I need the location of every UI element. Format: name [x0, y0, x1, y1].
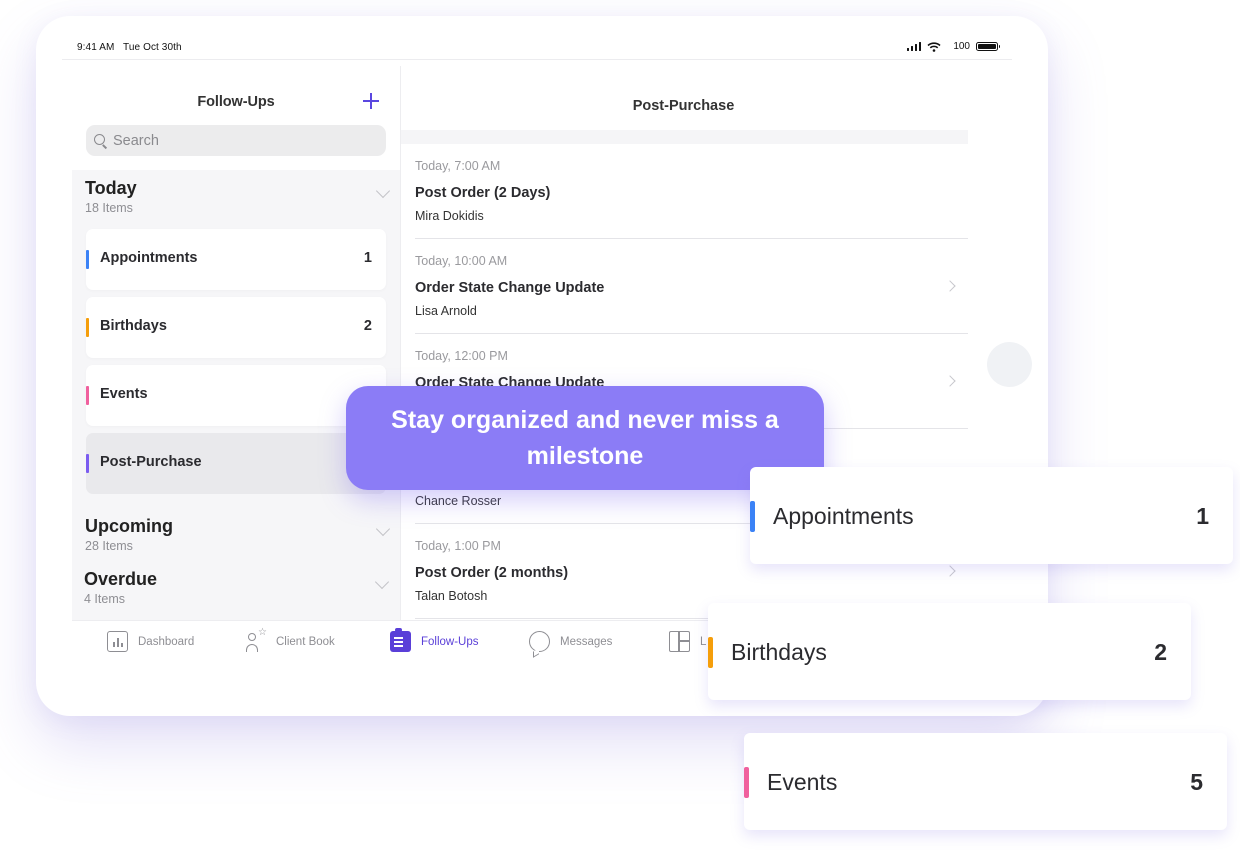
follow-up-title: Post Order (2 Days): [415, 185, 551, 201]
section-count: 28 Items: [85, 539, 133, 553]
color-marker: [86, 318, 89, 337]
floating-card-count: 1: [1196, 503, 1209, 529]
search-input[interactable]: [113, 132, 373, 149]
tab-label: Messages: [560, 635, 613, 648]
floating-card-appointments: Appointments 1: [750, 467, 1233, 564]
wifi-icon: [927, 41, 941, 52]
floating-grey-circle: [987, 342, 1032, 387]
floating-card-count: 5: [1190, 769, 1203, 795]
tab-label: Client Book: [276, 635, 335, 648]
signal-icon: [906, 42, 922, 51]
floating-card-label: Appointments: [773, 503, 914, 529]
color-marker: [744, 767, 749, 798]
category-count: 2: [363, 318, 372, 334]
tab-label: Dashboard: [138, 635, 195, 648]
search-icon: [94, 133, 108, 148]
category-events[interactable]: Events: [86, 365, 386, 426]
clipboard-icon: [390, 628, 411, 652]
tab-label: L: [700, 635, 707, 648]
follow-up-client: Lisa Arnold: [415, 304, 477, 318]
section-count: 4 Items: [84, 592, 125, 606]
floating-card-count: 2: [1154, 639, 1167, 665]
section-title: Upcoming: [85, 516, 173, 536]
follow-up-time: Today, 12:00 PM: [415, 349, 508, 363]
sidebar-title: Follow-Ups: [197, 94, 275, 110]
follow-up-row[interactable]: Today, 10:00 AM Order State Change Updat…: [415, 239, 968, 334]
floating-card-label: Events: [767, 769, 838, 795]
color-marker: [86, 386, 89, 405]
tab-messages[interactable]: Messages: [529, 631, 612, 652]
section-upcoming[interactable]: Upcoming 28 Items: [85, 516, 391, 553]
section-count: 18 Items: [85, 201, 133, 215]
detail-title: Post-Purchase: [632, 98, 735, 114]
dashboard-icon: [107, 631, 128, 652]
tab-follow-ups[interactable]: Follow-Ups: [388, 628, 479, 652]
chevron-right-icon: [944, 565, 956, 577]
tab-dashboard[interactable]: Dashboard: [107, 631, 194, 652]
follow-up-time: Today, 7:00 AM: [415, 159, 501, 173]
floating-card-birthdays: Birthdays 2: [708, 603, 1191, 700]
follow-up-row[interactable]: Today, 7:00 AM Post Order (2 Days) Mira …: [415, 144, 968, 239]
chevron-right-icon: [944, 375, 956, 387]
follow-up-client: Chance Rosser: [415, 494, 502, 508]
follow-up-time: Today, 1:00 PM: [415, 539, 501, 553]
category-label: Events: [100, 386, 148, 402]
category-label: Birthdays: [100, 318, 167, 334]
search-field[interactable]: [86, 125, 386, 156]
section-overdue[interactable]: Overdue 4 Items: [84, 569, 390, 606]
tab-client-book[interactable]: ☆ Client Book: [245, 627, 335, 652]
callout-text: Stay organized and never miss a mileston…: [391, 406, 779, 470]
color-marker: [86, 454, 89, 473]
category-label: Appointments: [100, 250, 198, 266]
layout-icon: [669, 631, 690, 652]
chat-bubble-icon: [529, 631, 550, 652]
status-bar: 9:41 AM Tue Oct 30th 100: [62, 36, 1012, 60]
section-title: Overdue: [84, 569, 158, 589]
follow-up-title: Post Order (2 months): [415, 565, 569, 581]
category-count: 1: [363, 250, 372, 266]
detail-header-band: [401, 130, 968, 144]
client-book-icon: ☆: [245, 627, 267, 652]
color-marker: [86, 250, 89, 269]
category-post-purchase[interactable]: Post-Purchase: [86, 433, 386, 494]
add-follow-up-button[interactable]: [362, 92, 380, 110]
follow-up-client: Talan Botosh: [415, 589, 488, 603]
category-birthdays[interactable]: Birthdays 2: [86, 297, 386, 358]
color-marker: [750, 501, 755, 532]
follow-up-client: Mira Dokidis: [415, 209, 484, 223]
category-appointments[interactable]: Appointments 1: [86, 229, 386, 290]
section-today[interactable]: Today 18 Items: [85, 178, 391, 215]
tab-label: Follow-Ups: [421, 635, 479, 648]
follow-up-title: Order State Change Update: [415, 280, 605, 296]
tab-layout[interactable]: L: [669, 631, 706, 652]
floating-card-events: Events 5: [744, 733, 1227, 830]
sidebar: Follow-Ups Today 18 Items Appointments 1…: [72, 66, 400, 620]
section-title: Today: [85, 178, 137, 198]
chevron-right-icon: [944, 280, 956, 292]
battery-icon: [976, 42, 1000, 51]
status-time: 9:41 AM Tue Oct 30th: [77, 42, 182, 53]
follow-up-time: Today, 10:00 AM: [415, 254, 508, 268]
floating-card-label: Birthdays: [731, 639, 827, 665]
color-marker: [708, 637, 713, 668]
battery-percent: 100: [953, 41, 970, 52]
category-label: Post-Purchase: [100, 454, 202, 470]
